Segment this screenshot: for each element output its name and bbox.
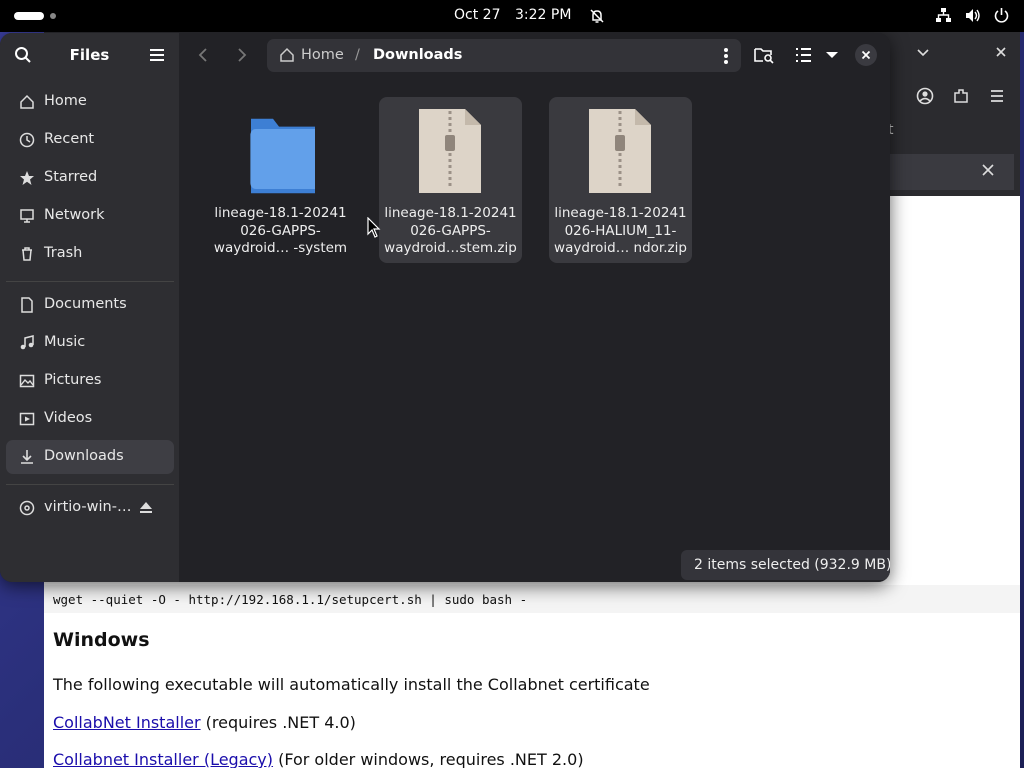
file-item-zip[interactable]: lineage-18.1-20241 026-GAPPS- waydroid…s… xyxy=(379,97,522,263)
sidebar-item-label: Recent xyxy=(44,131,95,147)
sidebar-item-label: Starred xyxy=(44,169,98,185)
sidebar-item-recent[interactable]: Recent xyxy=(6,123,174,157)
activities-indicator[interactable] xyxy=(14,12,44,20)
folder-icon xyxy=(245,107,321,195)
date-label[interactable]: Oct 27 xyxy=(454,7,500,23)
extensions-icon[interactable] xyxy=(952,87,970,109)
disc-icon xyxy=(19,500,35,516)
sidebar-separator xyxy=(6,484,174,485)
video-icon xyxy=(19,411,35,427)
window-close-icon[interactable] xyxy=(994,44,1008,63)
sidebar-separator xyxy=(6,281,174,282)
sidebar-item-label: Documents xyxy=(44,296,127,312)
sidebar-item-label: Trash xyxy=(44,245,83,261)
paragraph: The following executable will automatica… xyxy=(53,675,650,694)
sidebar-item-network[interactable]: Network xyxy=(6,199,174,233)
music-icon xyxy=(19,335,35,351)
files-window[interactable]: Files Home Recent Starred Network Trash xyxy=(0,33,890,582)
code-block: wget --quiet -O - http://192.168.1.1/set… xyxy=(44,585,1020,613)
account-icon[interactable] xyxy=(916,87,934,109)
sidebar-item-label: Music xyxy=(44,334,86,350)
breadcrumb-home[interactable]: Home xyxy=(301,47,344,63)
sidebar-item-label: Home xyxy=(44,93,87,109)
system-tray[interactable] xyxy=(935,7,1010,28)
star-icon xyxy=(19,170,35,186)
sidebar-item-starred[interactable]: Starred xyxy=(6,161,174,195)
workspace-dot[interactable] xyxy=(50,13,56,19)
forward-arrow-icon[interactable] xyxy=(232,45,252,65)
selection-status-badge: 2 items selected (932.9 MB) xyxy=(681,550,890,580)
sidebar-item-downloads[interactable]: Downloads xyxy=(6,440,174,474)
zip-archive-icon xyxy=(415,107,485,195)
document-icon xyxy=(19,297,35,313)
sidebar-item-label: Downloads xyxy=(44,448,124,464)
kebab-menu-icon[interactable] xyxy=(723,47,729,65)
sidebar-item-label: Network xyxy=(44,207,105,223)
sidebar-item-pictures[interactable]: Pictures xyxy=(6,364,174,398)
link-note: (For older windows, requires .NET 2.0) xyxy=(273,750,584,768)
sidebar-header: Files xyxy=(0,33,179,77)
zip-archive-icon xyxy=(585,107,655,195)
sidebar-item-home[interactable]: Home xyxy=(6,85,174,119)
network-icon xyxy=(19,208,35,224)
link-line: CollabNet Installer (requires .NET 4.0) xyxy=(53,713,356,732)
close-window-button[interactable] xyxy=(855,44,877,66)
main-pane: Home / Downloads lineage-18.1-20241 026-… xyxy=(179,33,890,582)
trash-icon xyxy=(19,246,35,262)
breadcrumb-current[interactable]: Downloads xyxy=(373,47,462,63)
notifications-off-icon xyxy=(588,7,606,25)
file-name: lineage-18.1-20241 026-GAPPS- waydroid… … xyxy=(213,205,348,256)
list-view-icon[interactable] xyxy=(794,46,814,64)
sidebar-item-documents[interactable]: Documents xyxy=(6,288,174,322)
download-icon xyxy=(19,449,35,465)
path-bar[interactable]: Home / Downloads xyxy=(267,39,741,72)
sidebar-item-trash[interactable]: Trash xyxy=(6,237,174,271)
collabnet-installer-link[interactable]: CollabNet Installer xyxy=(53,713,201,732)
tab-list-chevron-icon[interactable] xyxy=(916,44,930,63)
menu-icon[interactable] xyxy=(988,87,1006,109)
picture-icon xyxy=(19,373,35,389)
sidebar-item-label: virtio-win-… xyxy=(44,499,132,515)
home-icon xyxy=(279,47,295,63)
sidebar: Files Home Recent Starred Network Trash xyxy=(0,33,179,582)
view-options-dropdown-icon[interactable] xyxy=(822,46,842,64)
link-line: Collabnet Installer (Legacy) (For older … xyxy=(53,750,584,768)
power-icon[interactable] xyxy=(993,7,1010,28)
sidebar-item-label: Videos xyxy=(44,410,93,426)
time-label[interactable]: 3:22 PM xyxy=(515,7,571,23)
notification-close-icon[interactable] xyxy=(980,162,996,183)
hamburger-menu-icon[interactable] xyxy=(148,47,166,63)
section-heading: Windows xyxy=(53,629,150,651)
sidebar-item-label: Pictures xyxy=(44,372,102,388)
file-name: lineage-18.1-20241 026-HALIUM_11- waydro… xyxy=(554,205,687,256)
eject-icon[interactable] xyxy=(138,499,154,515)
top-bar: Oct 27 3:22 PM xyxy=(0,0,1024,32)
volume-icon[interactable] xyxy=(964,7,981,28)
back-arrow-icon[interactable] xyxy=(193,45,213,65)
sidebar-item-videos[interactable]: Videos xyxy=(6,402,174,436)
sidebar-item-music[interactable]: Music xyxy=(6,326,174,360)
file-item-folder[interactable]: lineage-18.1-20241 026-GAPPS- waydroid… … xyxy=(209,97,352,263)
link-note: (requires .NET 4.0) xyxy=(200,713,356,732)
sidebar-item-virtio-drive[interactable]: virtio-win-… xyxy=(6,491,174,525)
mouse-pointer-icon xyxy=(367,216,381,239)
home-icon xyxy=(19,94,35,110)
clock-icon xyxy=(19,132,35,148)
folder-search-icon[interactable] xyxy=(754,46,774,64)
file-item-zip[interactable]: lineage-18.1-20241 026-HALIUM_11- waydro… xyxy=(549,97,692,263)
network-wired-icon[interactable] xyxy=(935,7,952,28)
breadcrumb-separator: / xyxy=(355,47,360,63)
collabnet-legacy-link[interactable]: Collabnet Installer (Legacy) xyxy=(53,750,273,768)
file-name: lineage-18.1-20241 026-GAPPS- waydroid…s… xyxy=(384,205,517,256)
